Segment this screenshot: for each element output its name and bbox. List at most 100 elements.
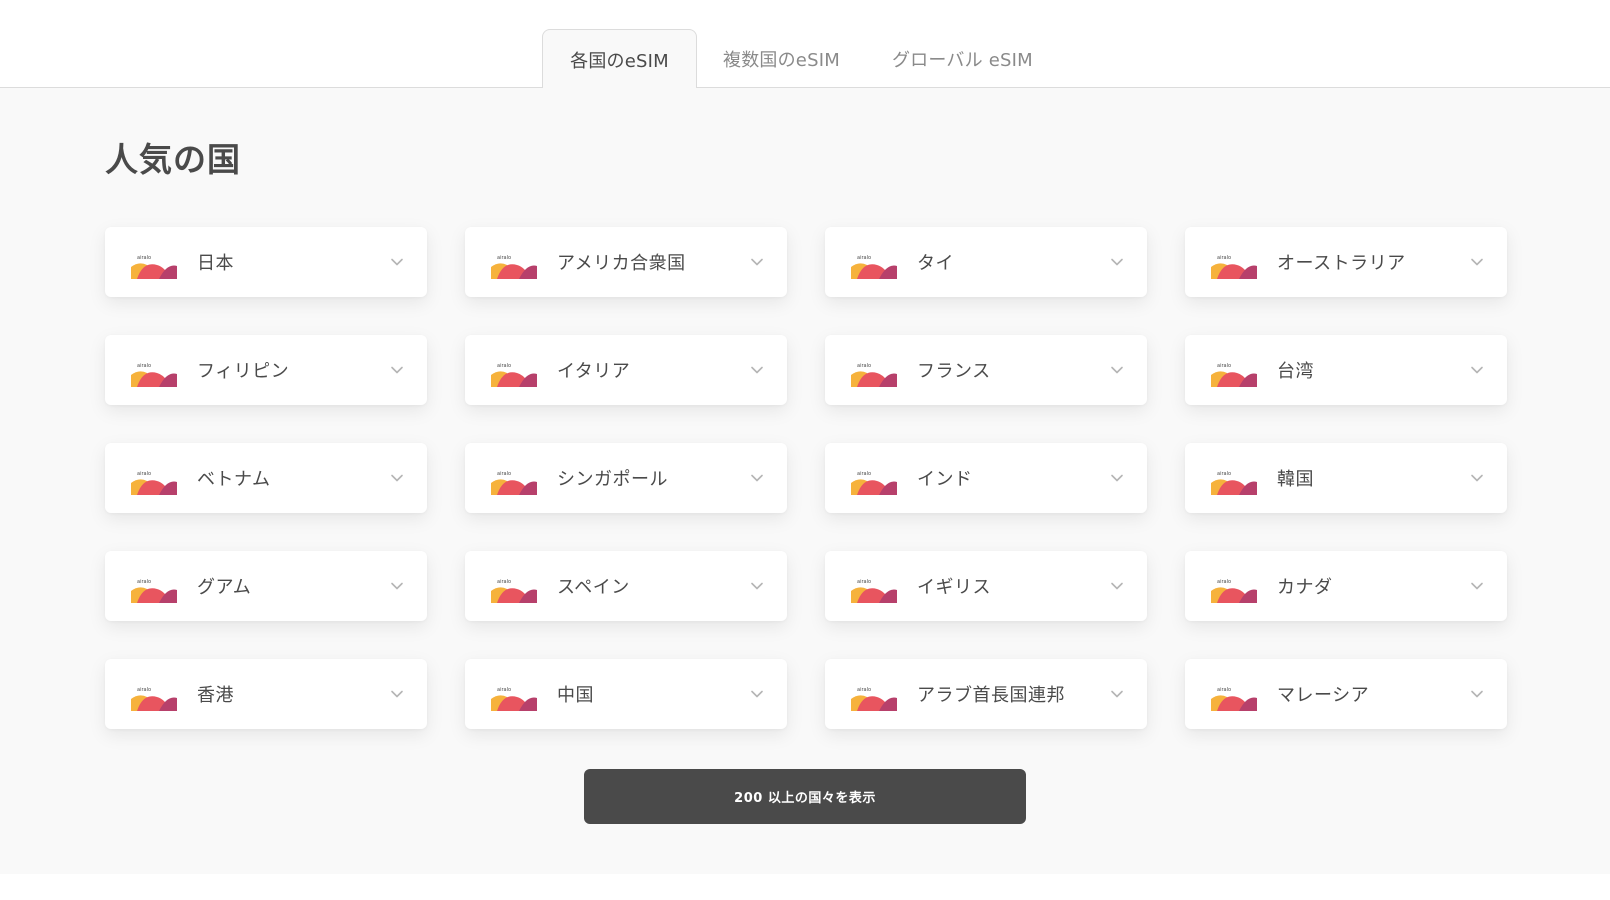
country-name: アラブ首長国連邦 bbox=[917, 685, 1065, 706]
airalo-logo-icon: airalo bbox=[1211, 363, 1257, 387]
logo-text: airalo bbox=[137, 255, 151, 261]
section-title: 人気の国 bbox=[105, 140, 241, 179]
logo-text: airalo bbox=[857, 687, 871, 693]
chevron-down-icon bbox=[1471, 258, 1483, 266]
country-card[interactable]: airalo イタリア bbox=[465, 335, 787, 405]
airalo-logo-icon: airalo bbox=[131, 255, 177, 279]
airalo-logo-icon: airalo bbox=[851, 471, 897, 495]
chevron-down-icon bbox=[751, 366, 763, 374]
chevron-down-icon bbox=[751, 474, 763, 482]
country-card[interactable]: airalo アメリカ合衆国 bbox=[465, 227, 787, 297]
country-name: カナダ bbox=[1277, 577, 1333, 598]
chevron-down-icon bbox=[1471, 366, 1483, 374]
chevron-down-icon bbox=[751, 258, 763, 266]
chevron-down-icon bbox=[1111, 474, 1123, 482]
country-card[interactable]: airalo スペイン bbox=[465, 551, 787, 621]
country-name: アメリカ合衆国 bbox=[557, 253, 686, 274]
country-card[interactable]: airalo タイ bbox=[825, 227, 1147, 297]
logo-text: airalo bbox=[137, 579, 151, 585]
tabs-bar: 各国のeSIM 複数国のeSIM グローバル eSIM bbox=[0, 0, 1610, 90]
country-name: イギリス bbox=[917, 577, 991, 598]
tab-global-esim[interactable]: グローバル eSIM bbox=[866, 28, 1059, 89]
tab-regional-esim[interactable]: 複数国のeSIM bbox=[697, 28, 866, 89]
logo-text: airalo bbox=[857, 579, 871, 585]
airalo-logo-icon: airalo bbox=[491, 363, 537, 387]
country-card[interactable]: airalo オーストラリア bbox=[1185, 227, 1507, 297]
country-card[interactable]: airalo 中国 bbox=[465, 659, 787, 729]
country-name: 中国 bbox=[557, 685, 594, 706]
chevron-down-icon bbox=[391, 474, 403, 482]
country-name: タイ bbox=[917, 253, 954, 274]
airalo-logo-icon: airalo bbox=[491, 687, 537, 711]
airalo-logo-icon: airalo bbox=[131, 363, 177, 387]
country-name: オーストラリア bbox=[1277, 253, 1406, 274]
country-card[interactable]: airalo グアム bbox=[105, 551, 427, 621]
airalo-logo-icon: airalo bbox=[851, 363, 897, 387]
country-grid: airalo 日本 airalo アメリカ合衆国 airalo タイ airal… bbox=[105, 227, 1507, 729]
airalo-logo-icon: airalo bbox=[131, 471, 177, 495]
airalo-logo-icon: airalo bbox=[851, 687, 897, 711]
airalo-logo-icon: airalo bbox=[851, 579, 897, 603]
logo-text: airalo bbox=[497, 255, 511, 261]
airalo-logo-icon: airalo bbox=[1211, 579, 1257, 603]
airalo-logo-icon: airalo bbox=[491, 255, 537, 279]
logo-text: airalo bbox=[137, 687, 151, 693]
chevron-down-icon bbox=[1111, 690, 1123, 698]
logo-text: airalo bbox=[497, 687, 511, 693]
logo-text: airalo bbox=[1217, 687, 1231, 693]
chevron-down-icon bbox=[1471, 690, 1483, 698]
chevron-down-icon bbox=[391, 582, 403, 590]
logo-text: airalo bbox=[1217, 363, 1231, 369]
chevron-down-icon bbox=[751, 582, 763, 590]
logo-text: airalo bbox=[857, 363, 871, 369]
country-card[interactable]: airalo カナダ bbox=[1185, 551, 1507, 621]
country-card[interactable]: airalo インド bbox=[825, 443, 1147, 513]
country-card[interactable]: airalo マレーシア bbox=[1185, 659, 1507, 729]
show-more-countries-button[interactable]: 200 以上の国々を表示 bbox=[584, 769, 1026, 824]
country-name: インド bbox=[917, 469, 973, 490]
country-card[interactable]: airalo 韓国 bbox=[1185, 443, 1507, 513]
logo-text: airalo bbox=[1217, 579, 1231, 585]
country-card[interactable]: airalo フィリピン bbox=[105, 335, 427, 405]
country-card[interactable]: airalo アラブ首長国連邦 bbox=[825, 659, 1147, 729]
country-card[interactable]: airalo 日本 bbox=[105, 227, 427, 297]
logo-text: airalo bbox=[857, 255, 871, 261]
airalo-logo-icon: airalo bbox=[1211, 471, 1257, 495]
country-name: イタリア bbox=[557, 361, 631, 382]
tab-local-esim[interactable]: 各国のeSIM bbox=[542, 29, 697, 90]
country-name: シンガポール bbox=[557, 469, 668, 490]
airalo-logo-icon: airalo bbox=[1211, 687, 1257, 711]
country-card[interactable]: airalo ベトナム bbox=[105, 443, 427, 513]
country-card[interactable]: airalo 香港 bbox=[105, 659, 427, 729]
country-name: マレーシア bbox=[1277, 685, 1370, 706]
logo-text: airalo bbox=[497, 471, 511, 477]
country-card[interactable]: airalo イギリス bbox=[825, 551, 1147, 621]
region-tabs: 各国のeSIM 複数国のeSIM グローバル eSIM bbox=[542, 27, 1059, 90]
airalo-logo-icon: airalo bbox=[491, 579, 537, 603]
country-card[interactable]: airalo フランス bbox=[825, 335, 1147, 405]
country-card[interactable]: airalo 台湾 bbox=[1185, 335, 1507, 405]
country-name: 韓国 bbox=[1277, 469, 1314, 490]
country-name: スペイン bbox=[557, 577, 630, 598]
country-name: 日本 bbox=[197, 253, 234, 274]
logo-text: airalo bbox=[497, 579, 511, 585]
airalo-logo-icon: airalo bbox=[131, 579, 177, 603]
airalo-logo-icon: airalo bbox=[131, 687, 177, 711]
country-name: グアム bbox=[197, 577, 252, 598]
logo-text: airalo bbox=[497, 363, 511, 369]
chevron-down-icon bbox=[1471, 474, 1483, 482]
country-name: フィリピン bbox=[197, 361, 290, 382]
logo-text: airalo bbox=[1217, 471, 1231, 477]
country-name: 香港 bbox=[197, 685, 234, 706]
logo-text: airalo bbox=[1217, 255, 1231, 261]
airalo-logo-icon: airalo bbox=[1211, 255, 1257, 279]
chevron-down-icon bbox=[1471, 582, 1483, 590]
chevron-down-icon bbox=[391, 258, 403, 266]
chevron-down-icon bbox=[751, 690, 763, 698]
main-content: 人気の国 airalo 日本 airalo アメリカ合衆国 airalo タイ … bbox=[0, 88, 1610, 874]
country-name: 台湾 bbox=[1277, 361, 1314, 382]
country-card[interactable]: airalo シンガポール bbox=[465, 443, 787, 513]
chevron-down-icon bbox=[391, 690, 403, 698]
logo-text: airalo bbox=[857, 471, 871, 477]
logo-text: airalo bbox=[137, 363, 151, 369]
